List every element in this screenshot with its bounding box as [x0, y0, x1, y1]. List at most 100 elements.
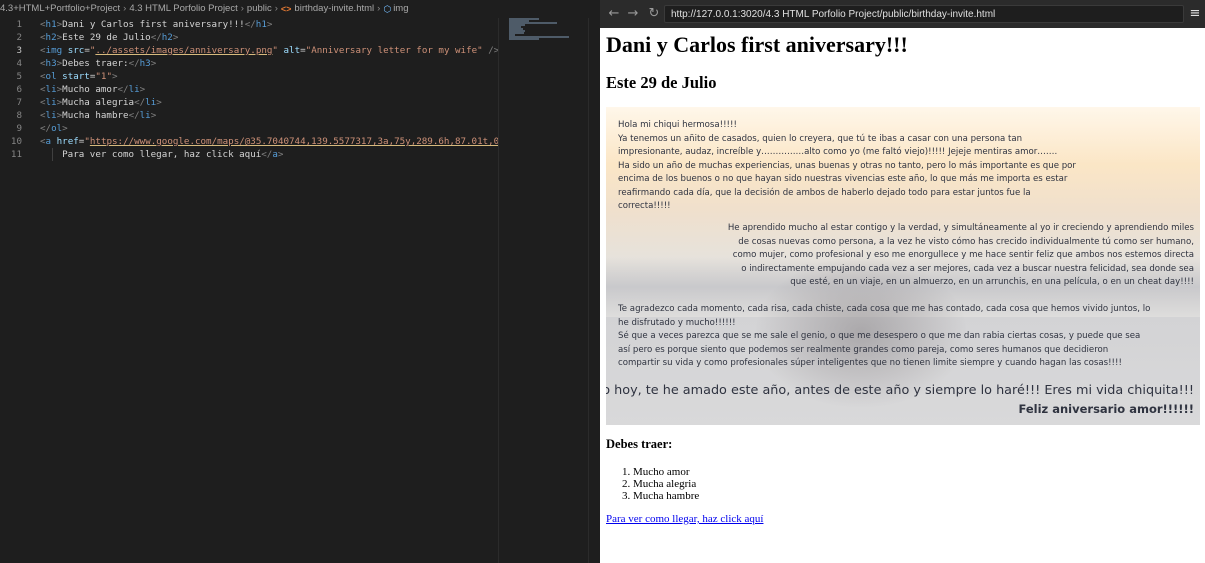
letter-line: reafirmando cada día, que la decisión de…	[618, 187, 1031, 198]
chevron-right-icon: ›	[240, 3, 244, 14]
breadcrumb-item-public[interactable]: public	[247, 0, 272, 18]
code-token: href	[56, 136, 79, 147]
code-token: ol	[45, 71, 57, 82]
code-token: </	[40, 123, 52, 134]
letter-line: impresionante, audaz, increíble y……………al…	[618, 147, 1058, 157]
letter-line: Te agradezco cada momento, cada risa, ca…	[618, 304, 1151, 314]
code-token: >	[150, 58, 157, 69]
letter-line: he disfrutado y mucho!!!!!!	[618, 317, 736, 328]
code-token: src	[67, 45, 85, 56]
code-line[interactable]: 4 <h3>Debes traer:</h3>	[0, 57, 498, 70]
code-token: li	[145, 97, 157, 108]
bring-list: Mucho amor Mucha alegria Mucha hambre	[606, 466, 699, 502]
code-token: </	[261, 149, 273, 160]
line-number: 5	[16, 71, 22, 82]
letter-line: de cosas nuevas como persona, a la vez h…	[738, 236, 1194, 247]
code-token: Mucha alegria	[62, 97, 135, 108]
code-area[interactable]: 1 <h1>Dani y Carlos first aniversary!!!</…	[0, 18, 498, 563]
letter-line: compartir su vida y como profesionales s…	[618, 358, 1122, 368]
breadcrumb-item-project[interactable]: 4.3+HTML+Portfolio+Project	[0, 0, 120, 18]
code-token: li	[139, 110, 151, 121]
code-token: >	[139, 84, 146, 95]
code-editor[interactable]: 4.3+HTML+Portfolio+Project › 4.3 HTML Porf…	[0, 0, 601, 563]
code-line[interactable]: 6 <li>Mucho amor</li>	[0, 83, 498, 96]
letter-line: que esté, en un viaje, en un almuerzo, e…	[790, 277, 1194, 287]
code-token: alt	[283, 45, 301, 56]
letter-line: Ya tenemos un añito de casados, quien lo…	[618, 133, 1023, 144]
code-token: />	[488, 45, 498, 56]
html-file-icon: <>	[280, 4, 292, 14]
chevron-right-icon: ›	[377, 3, 381, 14]
indent-guide	[52, 148, 53, 161]
code-line[interactable]: 7 <li>Mucha alegria</li>	[0, 96, 498, 109]
chevron-right-icon: ›	[274, 3, 278, 14]
breadcrumb: 4.3+HTML+Portfolio+Project › 4.3 HTML Porf…	[0, 0, 600, 18]
page-title: Dani y Carlos first aniversary!!!	[606, 32, 908, 57]
code-token: Este 29 de Julio	[62, 32, 151, 43]
line-number: 4	[16, 58, 22, 69]
browser-toolbar: ← → ↻ http://127.0.0.1:3020/4.3 HTML Por…	[600, 0, 1205, 28]
code-token: Mucha hambre	[62, 110, 129, 121]
code-line[interactable]: 1 <h1>Dani y Carlos first aniversary!!!</…	[0, 18, 498, 31]
hamburger-menu-icon[interactable]: ≡	[1187, 6, 1203, 22]
code-token: li	[45, 97, 57, 108]
line-number: 8	[16, 110, 22, 121]
code-token: start	[62, 71, 90, 82]
letter-line: así pero es porque siento que podemos se…	[618, 344, 1109, 355]
letter-line: He aprendido mucho al estar contigo y la…	[727, 223, 1194, 233]
list-item: Mucha alegria	[633, 478, 699, 490]
line-number: 1	[16, 19, 22, 30]
code-token: "1"	[95, 71, 112, 82]
line-number: 11	[10, 149, 22, 160]
code-token: >	[62, 123, 68, 134]
letter-line: o indirectamente empujando cada vez a se…	[741, 263, 1194, 274]
map-link[interactable]: Para ver como llegar, haz click aquí	[606, 513, 763, 525]
code-token: >	[172, 32, 179, 43]
code-token: >	[112, 71, 118, 82]
code-token: </	[134, 97, 146, 108]
line-number: 9	[16, 123, 22, 134]
line-number: 2	[16, 32, 22, 43]
code-token: Dani y Carlos first aniversary!!!	[62, 19, 245, 30]
list-item: Mucho amor	[633, 466, 699, 478]
code-token: Mucho amor	[62, 84, 118, 95]
code-token: "Anniversary letter for my wife"	[305, 45, 483, 56]
code-line[interactable]: 9 </ol>	[0, 122, 498, 135]
code-token: >	[266, 19, 273, 30]
reload-icon[interactable]: ↻	[646, 6, 662, 22]
code-token: </	[128, 110, 140, 121]
breadcrumb-item-folder[interactable]: 4.3 HTML Porfolio Project	[129, 0, 237, 18]
code-token: h1	[45, 19, 57, 30]
arrow-left-icon[interactable]: ←	[606, 6, 622, 22]
line-number: 3	[16, 45, 22, 56]
browser-preview: ← → ↻ http://127.0.0.1:3020/4.3 HTML Por…	[600, 0, 1205, 563]
breadcrumb-item-file[interactable]: birthday-invite.html	[294, 0, 374, 18]
letter-closing: Te amo hoy, te he amado este año, antes …	[606, 383, 1194, 398]
letter-line: Ha sido un año de muchas experiencias, u…	[618, 160, 1076, 171]
minimap[interactable]	[498, 18, 589, 563]
code-token: ol	[51, 123, 63, 134]
letter-line: encima de los buenos o no que hayan sido…	[618, 174, 1068, 184]
code-token: Debes traer:	[62, 58, 129, 69]
code-token: img	[45, 45, 63, 56]
symbol-cube-icon: ⬡	[383, 4, 392, 14]
bring-heading: Debes traer:	[606, 437, 673, 451]
url-bar[interactable]: http://127.0.0.1:3020/4.3 HTML Porfolio …	[664, 5, 1184, 23]
code-line[interactable]: 2 <h2>Este 29 de Julio</h2>	[0, 31, 498, 44]
code-line[interactable]: 3 <img src="../assets/images/anniversary.…	[0, 44, 498, 57]
code-line[interactable]: 10 <a href="https://www.google.com/maps/@…	[0, 135, 498, 148]
code-token: </	[117, 84, 129, 95]
page-subtitle: Este 29 de Julio	[606, 73, 717, 92]
code-line[interactable]: 11 Para ver como llegar, haz click aquí<…	[0, 148, 498, 161]
arrow-right-icon[interactable]: →	[625, 6, 641, 22]
code-token: https://www.google.com/maps/@35.7040744,…	[89, 136, 498, 147]
code-line[interactable]: 5 <ol start="1">	[0, 70, 498, 83]
line-number: 7	[16, 97, 22, 108]
breadcrumb-item-symbol[interactable]: img	[393, 0, 408, 18]
code-line[interactable]: 8 <li>Mucha hambre</li>	[0, 109, 498, 122]
code-token: li	[128, 84, 140, 95]
anniversary-letter-image: Hola mi chiqui hermosa!!!!! Ya tenemos un…	[606, 107, 1200, 425]
code-token: h3	[45, 58, 57, 69]
letter-line: Sé que a veces parezca que se me sale el…	[618, 331, 1141, 341]
code-token: ../assets/images/anniversary.png	[95, 45, 273, 56]
